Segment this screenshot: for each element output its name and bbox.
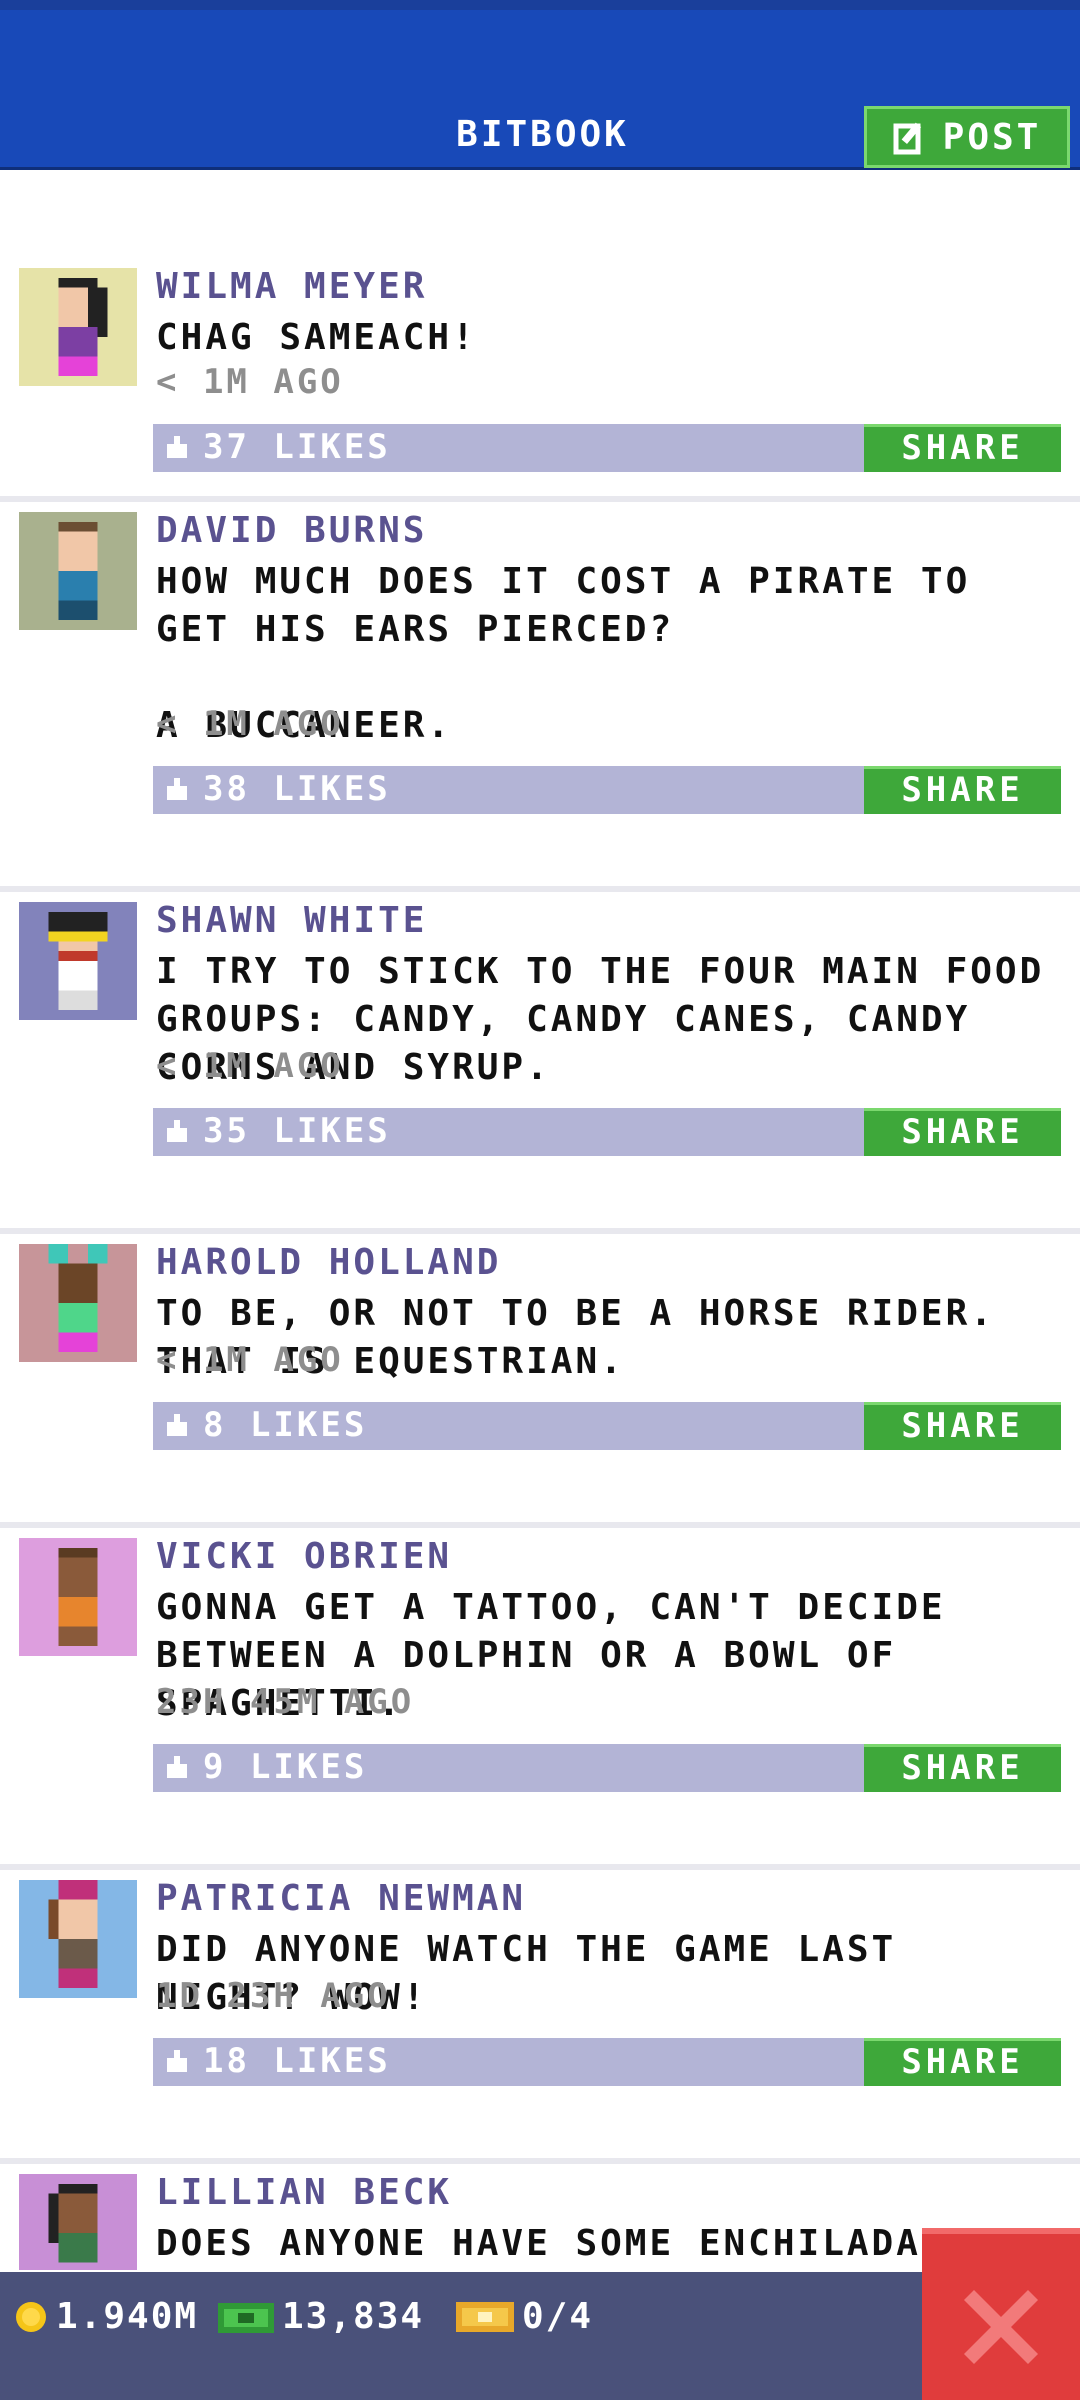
- thumbs-up-icon[interactable]: [165, 1756, 189, 1778]
- avatar[interactable]: [19, 268, 137, 386]
- post-author[interactable]: LILLIAN BECK: [156, 2172, 452, 2213]
- avatar[interactable]: [19, 902, 137, 1020]
- bux-stat: 13,834: [218, 2296, 424, 2337]
- close-button[interactable]: [922, 2228, 1080, 2400]
- feed-post: PATRICIA NEWMAN DID ANYONE WATCH THE GAM…: [0, 1876, 1080, 2164]
- news-feed[interactable]: WILMA MEYER CHAG SAMEACH! < 1M AGO 37 LI…: [0, 170, 1080, 2270]
- like-count: 37 LIKES: [203, 427, 391, 467]
- like-bar: 37 LIKES SHARE: [153, 424, 1061, 472]
- edit-icon: [893, 122, 921, 155]
- feed-post: VICKI OBRIEN GONNA GET A TATTOO, CAN'T D…: [0, 1534, 1080, 1870]
- cash-icon: [218, 2302, 274, 2333]
- coins-stat: 1.940M: [14, 2296, 198, 2337]
- ticket-icon: [456, 2301, 514, 2332]
- top-header: BITBOOK POST: [0, 0, 1080, 170]
- post-time: 23H 45M AGO: [156, 1682, 415, 1722]
- avatar[interactable]: [19, 1538, 137, 1656]
- post-button[interactable]: POST: [864, 106, 1070, 168]
- feed-post: WILMA MEYER CHAG SAMEACH! < 1M AGO 37 LI…: [0, 262, 1080, 502]
- like-count: 38 LIKES: [203, 769, 391, 809]
- post-time: < 1M AGO: [156, 1340, 344, 1380]
- close-icon: [964, 2290, 1038, 2364]
- like-bar: 35 LIKES SHARE: [153, 1108, 1061, 1156]
- feed-post: DAVID BURNS HOW MUCH DOES IT COST A PIRA…: [0, 508, 1080, 892]
- like-count: 18 LIKES: [203, 2041, 391, 2081]
- thumbs-up-icon[interactable]: [165, 1414, 189, 1436]
- thumbs-up-icon[interactable]: [165, 436, 189, 458]
- post-author[interactable]: WILMA MEYER: [156, 266, 427, 307]
- post-button-label: POST: [942, 116, 1042, 158]
- avatar[interactable]: [19, 1880, 137, 1998]
- like-count: 8 LIKES: [203, 1405, 368, 1445]
- avatar[interactable]: [19, 512, 137, 630]
- share-button[interactable]: SHARE: [864, 766, 1061, 814]
- post-author[interactable]: PATRICIA NEWMAN: [156, 1878, 526, 1919]
- bux-value: 13,834: [282, 2296, 425, 2337]
- like-bar: 38 LIKES SHARE: [153, 766, 1061, 814]
- share-button[interactable]: SHARE: [864, 1108, 1061, 1156]
- post-time: < 1M AGO: [156, 704, 344, 744]
- status-bar: 1.940M 13,834 0/4: [0, 2272, 1080, 2400]
- post-time: < 1M AGO: [156, 1046, 344, 1086]
- post-author[interactable]: SHAWN WHITE: [156, 900, 427, 941]
- share-button[interactable]: SHARE: [864, 1402, 1061, 1450]
- share-button[interactable]: SHARE: [864, 1744, 1061, 1792]
- post-author[interactable]: DAVID BURNS: [156, 510, 427, 551]
- post-time: 1D 23H AGO: [156, 1976, 391, 2016]
- post-time: < 1M AGO: [156, 362, 344, 402]
- like-count: 9 LIKES: [203, 1747, 368, 1787]
- avatar[interactable]: [19, 1244, 137, 1362]
- feed-post: SHAWN WHITE I TRY TO STICK TO THE FOUR M…: [0, 898, 1080, 1234]
- tickets-stat: 0/4: [456, 2296, 593, 2337]
- thumbs-up-icon[interactable]: [165, 1120, 189, 1142]
- like-bar: 8 LIKES SHARE: [153, 1402, 1061, 1450]
- feed-post: LILLIAN BECK DOES ANYONE HAVE SOME ENCHI…: [0, 2170, 1080, 2270]
- post-author[interactable]: HAROLD HOLLAND: [156, 1242, 501, 1283]
- feed-post: HAROLD HOLLAND TO BE, OR NOT TO BE A HOR…: [0, 1240, 1080, 1528]
- share-button[interactable]: SHARE: [864, 2038, 1061, 2086]
- coins-value: 1.940M: [56, 2296, 199, 2337]
- coin-icon: [16, 2301, 46, 2332]
- like-count: 35 LIKES: [203, 1111, 391, 1151]
- post-text: CHAG SAMEACH!: [156, 317, 477, 358]
- post-author[interactable]: VICKI OBRIEN: [156, 1536, 452, 1577]
- share-button[interactable]: SHARE: [864, 424, 1061, 472]
- like-bar: 9 LIKES SHARE: [153, 1744, 1061, 1792]
- avatar[interactable]: [19, 2174, 137, 2270]
- like-bar: 18 LIKES SHARE: [153, 2038, 1061, 2086]
- tickets-value: 0/4: [522, 2296, 594, 2337]
- thumbs-up-icon[interactable]: [165, 778, 189, 800]
- thumbs-up-icon[interactable]: [165, 2050, 189, 2072]
